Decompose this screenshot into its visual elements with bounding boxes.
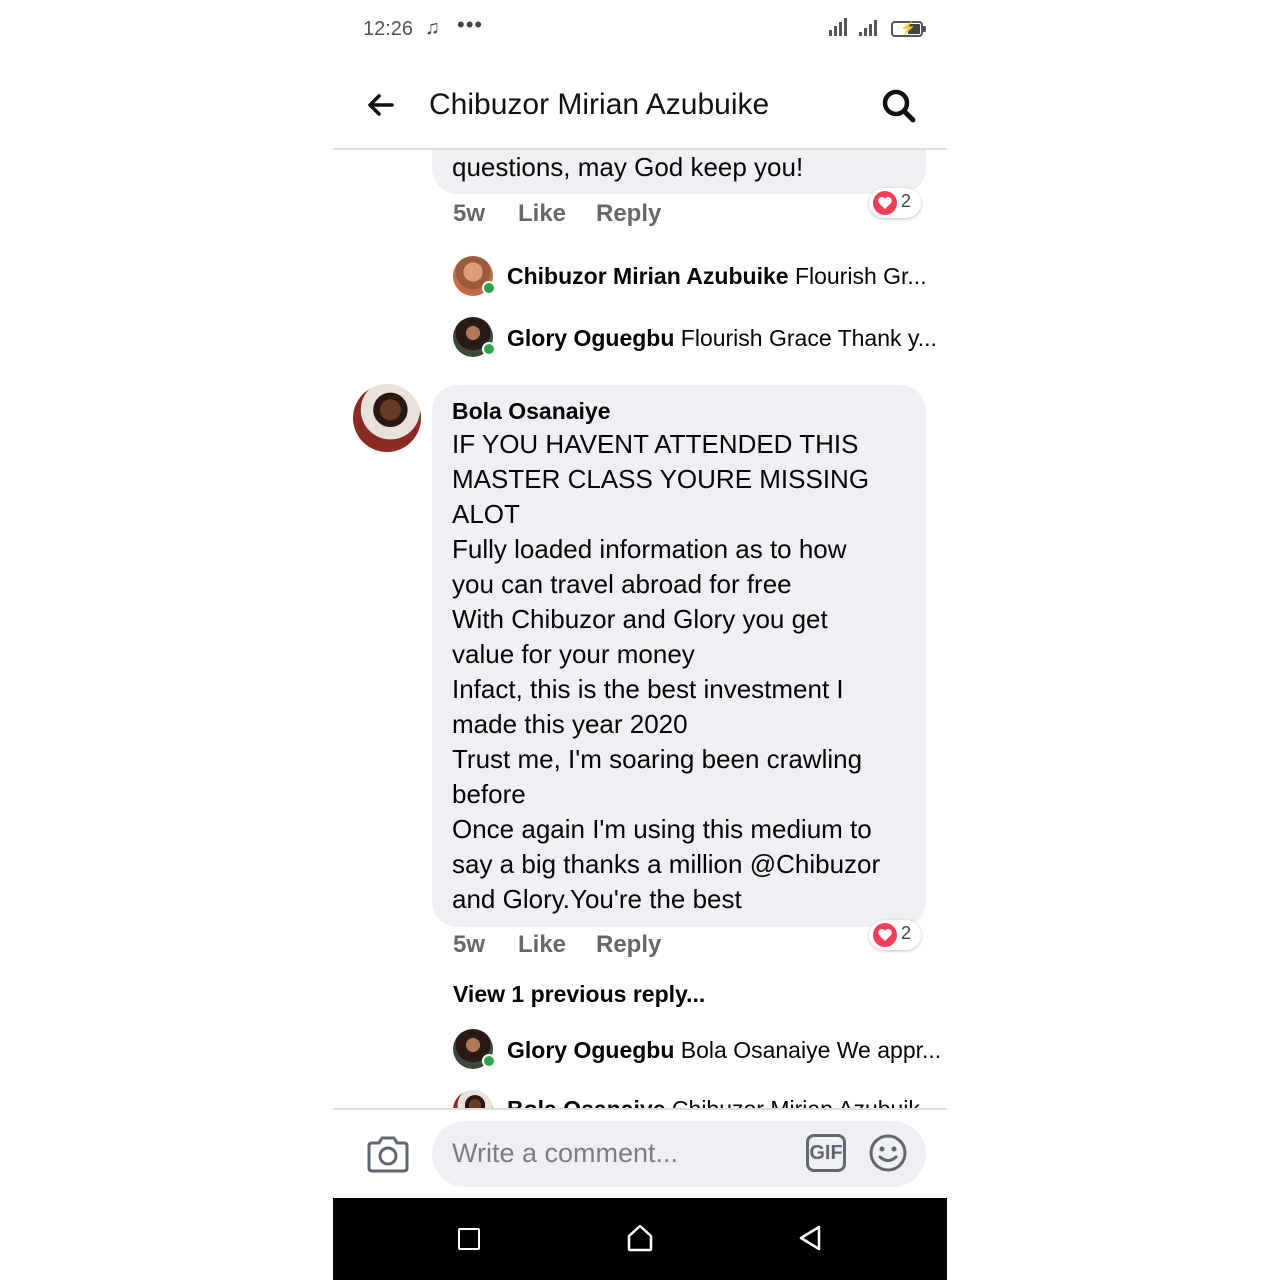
comment-line: you can travel abroad for free [452, 569, 792, 599]
comment-body: IF YOU HAVENT ATTENDED THIS MASTER CLASS… [452, 427, 880, 917]
reply-text: Chibuzor Mirian Azubuik... [672, 1096, 939, 1108]
like-button[interactable]: Like [518, 931, 566, 959]
view-previous-replies-link[interactable]: View 1 previous reply... [453, 981, 705, 1008]
avatar[interactable] [353, 384, 421, 452]
reply-author: Chibuzor Mirian Azubuike [507, 263, 789, 289]
online-indicator [482, 342, 496, 356]
reply-author: Glory Oguegbu [507, 325, 675, 351]
heart-icon [873, 191, 897, 215]
reaction-badge[interactable]: 2 [869, 920, 921, 950]
comment-line: MASTER CLASS YOURE MISSING [452, 464, 870, 494]
battery-icon: ⚡ [891, 20, 923, 37]
page-title: Chibuzor Mirian Azubuike [429, 88, 770, 121]
reply-button[interactable]: Reply [596, 931, 661, 959]
comment-line: made this year 2020 [452, 709, 688, 739]
reply-author: Bola Osanaiye [507, 1096, 666, 1108]
reaction-badge[interactable]: 2 [869, 188, 921, 218]
comment-line: Once again I'm using this medium to [452, 814, 872, 844]
like-button[interactable]: Like [518, 200, 566, 228]
reply-author: Glory Oguegbu [507, 1037, 675, 1063]
battery-tip [923, 26, 926, 32]
comment-line: say a big thanks a million @Chibuzor [452, 849, 881, 879]
comment-line: before [452, 779, 526, 809]
comment-input-placeholder: Write a comment... [452, 1138, 679, 1168]
comment-line: Fully loaded information as to how [452, 534, 847, 564]
search-icon[interactable] [879, 86, 919, 126]
comment-line: and Glory.You're the best [452, 884, 742, 914]
back-arrow-icon[interactable] [365, 90, 395, 120]
composer-divider [333, 1108, 947, 1110]
comment-line: ALOT [452, 499, 520, 529]
music-note-icon: ♫ [425, 17, 440, 39]
comment-line: Infact, this is the best investment I [452, 674, 844, 704]
system-nav-bar [333, 1198, 947, 1280]
recent-apps-icon[interactable] [458, 1228, 480, 1250]
reply-button[interactable]: Reply [596, 200, 661, 228]
comment-feed[interactable]: questions, may God keep you! 5w Like Rep… [333, 150, 947, 1108]
comment-input[interactable]: Write a comment... GIF [432, 1121, 926, 1187]
reaction-count: 2 [901, 923, 912, 943]
comment-author[interactable]: Bola Osanaiye [452, 398, 611, 425]
reply-preview[interactable]: Chibuzor Mirian Azubuike Flourish Gr... [507, 263, 927, 290]
comment-line: Trust me, I'm soaring been crawling [452, 744, 863, 774]
comment-text: questions, may God keep you! [452, 152, 804, 182]
signal-icon [829, 18, 847, 36]
gif-icon[interactable]: GIF [806, 1134, 846, 1172]
comment-age: 5w [453, 931, 486, 958]
nav-back-icon[interactable] [797, 1224, 823, 1252]
comment-bubble: Bola Osanaiye IF YOU HAVENT ATTENDED THI… [432, 385, 926, 927]
heart-icon [873, 923, 897, 947]
camera-icon[interactable] [365, 1134, 411, 1174]
reaction-count: 2 [901, 191, 912, 211]
comment-age: 5w [453, 200, 486, 227]
online-indicator [482, 281, 496, 295]
emoji-icon[interactable] [868, 1133, 908, 1173]
reply-text: Flourish Gr... [794, 263, 927, 289]
reply-preview[interactable]: Bola Osanaiye Chibuzor Mirian Azubuik... [507, 1096, 939, 1108]
reply-preview[interactable]: Glory Oguegbu Bola Osanaiye We appr... [507, 1037, 941, 1064]
comment-line: With Chibuzor and Glory you get [452, 604, 828, 634]
comment-line: value for your money [452, 639, 695, 669]
online-indicator [482, 1054, 496, 1068]
comment-bubble: questions, may God keep you! [432, 150, 926, 194]
avatar[interactable] [453, 1090, 493, 1108]
reply-preview[interactable]: Glory Oguegbu Flourish Grace Thank y... [507, 325, 937, 352]
phone-screen: 12:26 ♫ ••• ⚡ Chibuzor Mirian Azubuike q… [333, 0, 947, 1280]
signal-icon-2 [859, 20, 877, 36]
status-time: 12:26 [363, 18, 414, 40]
reply-text: Flourish Grace Thank y... [680, 325, 937, 351]
home-icon[interactable] [627, 1224, 653, 1252]
more-dots-icon: ••• [457, 12, 484, 37]
reply-text: Bola Osanaiye We appr... [680, 1037, 942, 1063]
comment-line: IF YOU HAVENT ATTENDED THIS [452, 429, 859, 459]
